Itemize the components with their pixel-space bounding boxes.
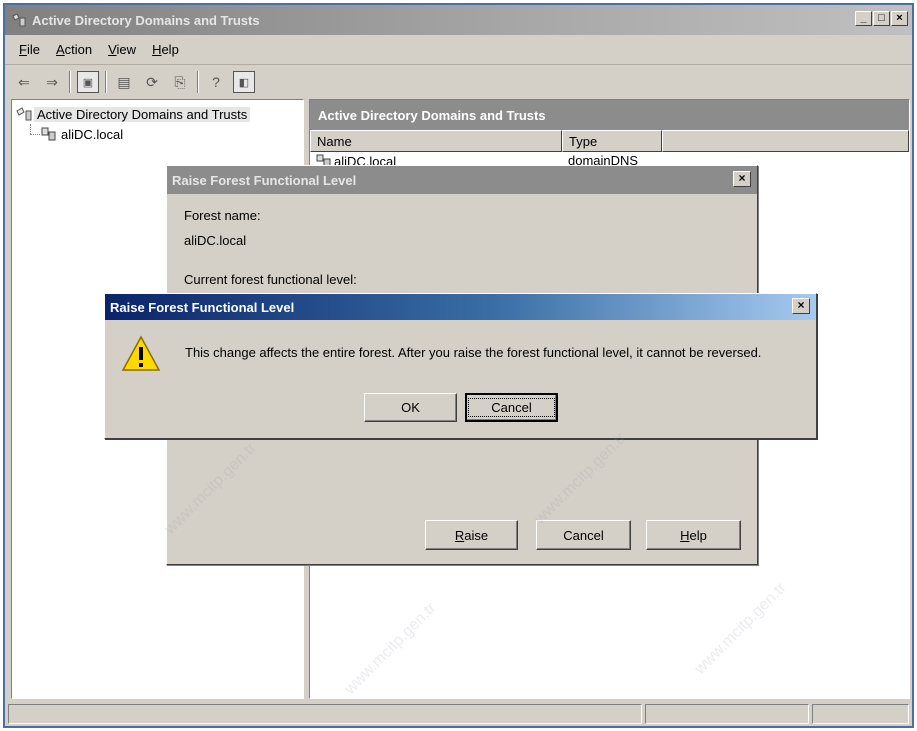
column-header-type[interactable]: Type xyxy=(562,130,662,152)
tree-item-domain[interactable]: aliDC.local xyxy=(40,126,126,142)
confirm-close-button[interactable]: × xyxy=(792,298,810,314)
cancel-button[interactable]: Cancel xyxy=(465,393,558,422)
current-level-label: Current forest functional level: xyxy=(184,272,357,287)
ok-button[interactable]: OK xyxy=(364,393,457,422)
raise-forest-dialog-titlebar[interactable]: Raise Forest Functional Level × xyxy=(167,166,757,194)
show-hide-tree-icon[interactable]: ▣ xyxy=(77,71,99,93)
forward-arrow-icon[interactable]: ⇒ xyxy=(41,71,63,93)
status-cell xyxy=(645,704,809,724)
cancel-button-label: Cancel xyxy=(468,398,555,417)
status-cell xyxy=(812,704,909,724)
forest-name-label: Forest name: xyxy=(184,208,261,223)
toolbar-separator xyxy=(69,71,71,93)
dialog-close-button[interactable]: × xyxy=(733,171,751,187)
help-button[interactable]: Help xyxy=(646,520,741,550)
minimize-button[interactable]: _ xyxy=(855,11,872,26)
column-headers: Name Type xyxy=(310,130,909,152)
result-pane-header: Active Directory Domains and Trusts xyxy=(310,100,909,130)
menu-file[interactable]: File xyxy=(11,40,48,59)
back-arrow-icon[interactable]: ⇐ xyxy=(13,71,35,93)
menu-bar: File Action View Help xyxy=(5,35,912,65)
confirm-dialog-titlebar[interactable]: Raise Forest Functional Level × xyxy=(105,294,816,320)
maximize-button[interactable]: □ xyxy=(873,11,890,26)
toolbar: ⇐ ⇒ ▣ ▤ ⟳ ⎘ ? ◧ xyxy=(5,67,912,97)
help-icon[interactable]: ? xyxy=(205,71,227,93)
menu-action[interactable]: Action xyxy=(48,40,100,59)
status-cell xyxy=(8,704,642,724)
tree-domain-label: aliDC.local xyxy=(61,126,124,142)
tree-connector xyxy=(30,134,40,135)
tree-root-label: Active Directory Domains and Trusts xyxy=(34,106,251,122)
properties-icon[interactable]: ▤ xyxy=(113,71,135,93)
domain-icon xyxy=(41,127,56,141)
close-window-button[interactable]: × xyxy=(891,11,908,26)
window-titlebar[interactable]: Active Directory Domains and Trusts _ □ … xyxy=(5,5,912,35)
ad-domains-icon xyxy=(12,13,26,27)
menu-view[interactable]: View xyxy=(100,40,144,59)
ad-domains-icon xyxy=(16,107,32,121)
tree-connector xyxy=(30,124,31,134)
show-action-pane-icon[interactable]: ◧ xyxy=(233,71,255,93)
dialog-title: Raise Forest Functional Level xyxy=(172,172,357,188)
forest-name-value: aliDC.local xyxy=(184,233,247,248)
menu-help[interactable]: Help xyxy=(144,40,187,59)
warning-icon xyxy=(121,335,161,371)
export-list-icon[interactable]: ⎘ xyxy=(169,71,191,93)
tree-item-root[interactable]: Active Directory Domains and Trusts xyxy=(16,106,251,122)
toolbar-separator xyxy=(105,71,107,93)
status-bar xyxy=(5,702,912,726)
refresh-icon[interactable]: ⟳ xyxy=(141,71,163,93)
column-header-empty xyxy=(662,130,909,152)
toolbar-separator xyxy=(197,71,199,93)
confirm-message: This change affects the entire forest. A… xyxy=(185,345,762,360)
column-header-name[interactable]: Name xyxy=(310,130,562,152)
window-title: Active Directory Domains and Trusts xyxy=(32,12,260,28)
raise-button[interactable]: Raise xyxy=(425,520,518,550)
confirm-dialog: Raise Forest Functional Level × This cha… xyxy=(104,293,817,439)
cancel-raise-button[interactable]: Cancel xyxy=(536,520,631,550)
confirm-dialog-title: Raise Forest Functional Level xyxy=(110,299,295,315)
